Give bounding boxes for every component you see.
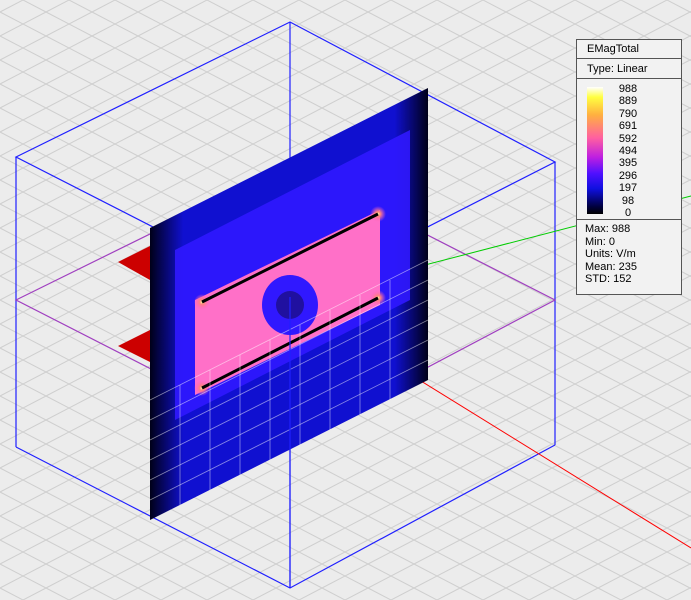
- tick-label: 0: [624, 206, 632, 219]
- tick-label: 197: [618, 182, 638, 195]
- tick-label: 98: [621, 194, 635, 207]
- legend-stats: Max: 988 Min: 0 Units: V/m Mean: 235 STD…: [577, 220, 681, 286]
- legend-title: EMagTotal: [577, 40, 681, 59]
- stat-mean: Mean: 235: [585, 260, 637, 273]
- tick-label: 988: [618, 83, 638, 95]
- tick-label: 790: [618, 107, 638, 120]
- stat-min: Min: 0: [585, 235, 615, 248]
- legend-panel: EMagTotal Type: Linear 988 889 790 691 5…: [576, 39, 682, 295]
- stat-units: Units: V/m: [585, 248, 636, 261]
- color-bar: [587, 87, 603, 214]
- tick-label: 296: [618, 169, 638, 182]
- stat-max: Max: 988: [585, 223, 631, 235]
- stat-std: STD: 152: [585, 273, 632, 286]
- tick-label: 494: [618, 144, 638, 157]
- tick-label: 691: [618, 120, 638, 133]
- legend-ticks: 988 889 790 691 592 494 395 296 197 98 0: [613, 83, 643, 219]
- legend-type: Type: Linear: [577, 60, 681, 79]
- tick-label: 889: [618, 95, 638, 108]
- tick-label: 592: [618, 132, 638, 145]
- legend-scale: 988 889 790 691 592 494 395 296 197 98 0: [577, 79, 681, 220]
- tick-label: 395: [618, 157, 638, 170]
